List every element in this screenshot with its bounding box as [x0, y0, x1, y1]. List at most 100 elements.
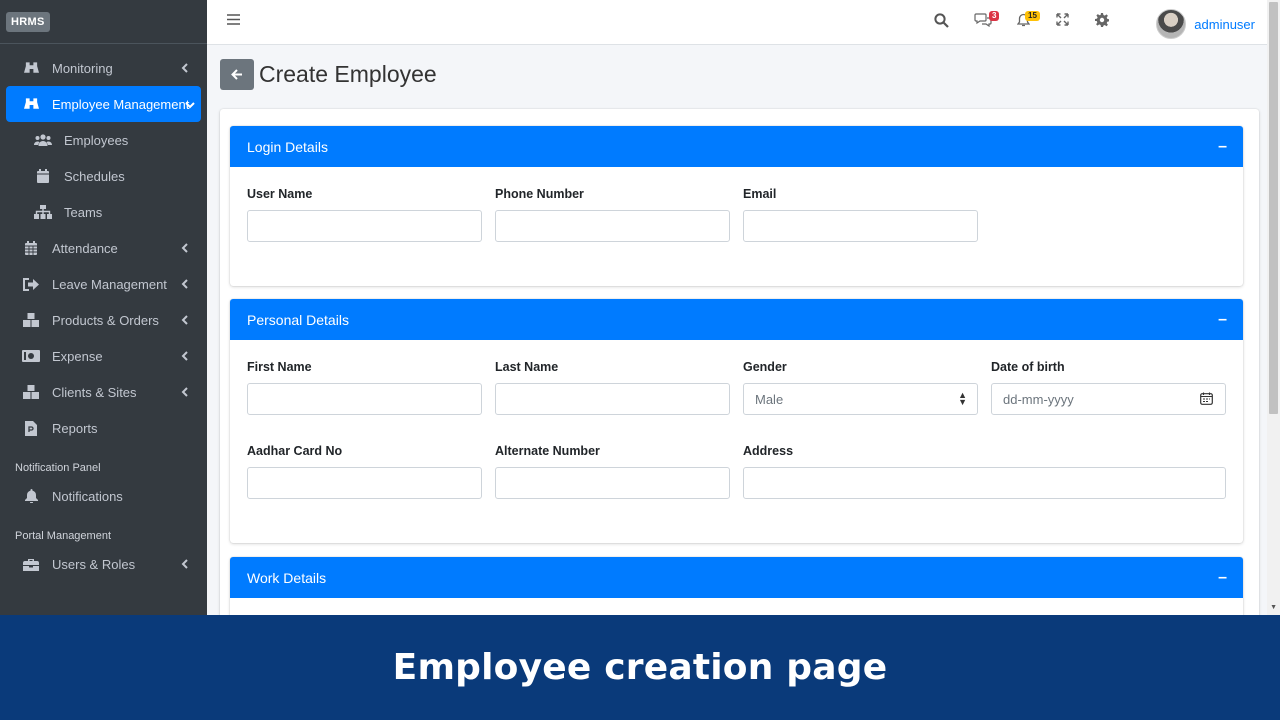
messages-count-badge: 3	[989, 11, 1000, 21]
date-of-birth-label: Date of birth	[991, 360, 1065, 374]
aadhar-input[interactable]	[247, 467, 482, 499]
sidebar-item-expense[interactable]: Expense	[6, 338, 201, 374]
users-icon	[34, 134, 52, 146]
sidebar-item-attendance[interactable]: Attendance	[6, 230, 201, 266]
chevron-left-icon	[181, 313, 189, 328]
sidebar-item-schedules[interactable]: Schedules	[6, 158, 201, 194]
main-content: Create Employee Login Details – User Nam…	[207, 45, 1267, 615]
sidebar-item-label: Employees	[64, 132, 129, 148]
sidebar-item-label: Schedules	[64, 168, 125, 184]
nav-header-portal-management: Portal Management	[15, 530, 111, 542]
first-name-input[interactable]	[247, 383, 482, 415]
gender-select[interactable]: Male ▲ ▼	[743, 383, 978, 415]
file-icon	[22, 420, 40, 436]
sidebar-nav: Monitoring Employee Management Employees…	[0, 44, 207, 582]
binoculars-icon	[22, 97, 40, 111]
calendar-grid-icon	[22, 241, 40, 255]
nav-header-notification-panel: Notification Panel	[15, 462, 101, 474]
boxes-icon	[22, 313, 40, 327]
section-title: Login Details	[247, 138, 328, 155]
sidebar-item-label: Clients & Sites	[52, 384, 137, 400]
binoculars-icon	[22, 61, 40, 75]
bell-icon	[22, 489, 40, 503]
page-title: Create Employee	[259, 61, 437, 87]
collapse-icon[interactable]: –	[1218, 569, 1227, 587]
chevron-left-icon	[181, 277, 189, 292]
chevron-left-icon	[181, 61, 189, 76]
phone-number-label: Phone Number	[495, 187, 584, 201]
sidebar-item-label: Leave Management	[52, 276, 167, 292]
phone-number-input[interactable]	[495, 210, 730, 242]
last-name-label: Last Name	[495, 360, 559, 374]
collapse-icon[interactable]: –	[1218, 138, 1227, 156]
sidebar-item-notifications[interactable]: Notifications	[6, 478, 201, 514]
user-name-label: User Name	[247, 187, 313, 201]
chevron-left-icon	[181, 349, 189, 364]
email-label: Email	[743, 187, 777, 201]
work-details-section: Work Details –	[230, 557, 1243, 615]
sidebar: HRMS Monitoring Employee Management Empl…	[0, 0, 207, 615]
sidebar-item-products-orders[interactable]: Products & Orders	[6, 302, 201, 338]
address-input[interactable]	[743, 467, 1226, 499]
sitemap-icon	[34, 205, 52, 219]
brand-logo[interactable]: HRMS	[6, 11, 50, 32]
page-scrollbar[interactable]: ▼	[1267, 0, 1280, 615]
user-name-input[interactable]	[247, 210, 482, 242]
address-label: Address	[743, 444, 794, 458]
hamburger-menu-icon[interactable]	[227, 12, 240, 30]
section-title: Work Details	[247, 569, 327, 586]
gear-icon[interactable]	[1095, 13, 1110, 32]
sidebar-item-label: Notifications	[52, 488, 123, 504]
gender-select-value: Male	[755, 391, 784, 407]
caption-text: Employee creation page	[392, 647, 888, 688]
section-header: Login Details –	[230, 126, 1243, 167]
form-card: Login Details – User Name Phone Number E…	[220, 109, 1259, 615]
sign-out-icon	[22, 277, 40, 291]
sidebar-item-label: Reports	[52, 420, 98, 436]
chevron-left-icon	[181, 557, 189, 572]
sidebar-item-label: Monitoring	[52, 60, 113, 76]
sidebar-item-employee-management[interactable]: Employee Management	[6, 86, 201, 122]
arrow-left-icon	[231, 69, 242, 80]
sidebar-item-leave-management[interactable]: Leave Management	[6, 266, 201, 302]
email-input[interactable]	[743, 210, 978, 242]
sidebar-item-employees[interactable]: Employees	[6, 122, 201, 158]
sidebar-item-label: Products & Orders	[52, 312, 159, 328]
sidebar-item-monitoring[interactable]: Monitoring	[6, 50, 201, 86]
login-details-section: Login Details – User Name Phone Number E…	[230, 126, 1243, 286]
scrollbar-thumb[interactable]	[1269, 2, 1278, 414]
chevron-left-icon	[181, 385, 189, 400]
fullscreen-icon[interactable]	[1056, 13, 1069, 31]
back-button[interactable]	[220, 59, 254, 90]
sidebar-item-clients-sites[interactable]: Clients & Sites	[6, 374, 201, 410]
select-arrows-icon: ▲ ▼	[958, 390, 967, 407]
collapse-icon[interactable]: –	[1218, 311, 1227, 329]
last-name-input[interactable]	[495, 383, 730, 415]
chevron-down-icon	[185, 97, 195, 112]
sidebar-item-teams[interactable]: Teams	[6, 194, 201, 230]
section-title: Personal Details	[247, 311, 349, 328]
scroll-down-arrow-icon[interactable]: ▼	[1270, 604, 1277, 611]
boxes-icon	[22, 385, 40, 399]
alternate-number-input[interactable]	[495, 467, 730, 499]
sidebar-item-label: Teams	[64, 204, 103, 220]
search-icon[interactable]	[934, 13, 949, 33]
date-of-birth-input[interactable]: dd-mm-yyyy	[991, 383, 1226, 415]
personal-details-section: Personal Details – First Name Last Name …	[230, 299, 1243, 543]
user-menu[interactable]: adminuser	[1156, 9, 1255, 39]
page-header: Create Employee	[220, 59, 437, 90]
sidebar-item-label: Expense	[52, 348, 103, 364]
sidebar-item-users-roles[interactable]: Users & Roles	[6, 546, 201, 582]
calendar-icon[interactable]	[1200, 392, 1213, 408]
section-header: Work Details –	[230, 557, 1243, 598]
avatar	[1156, 9, 1187, 39]
caption-banner: Employee creation page	[0, 615, 1280, 720]
user-name: adminuser	[1194, 16, 1255, 32]
gender-label: Gender	[743, 360, 787, 374]
sidebar-item-label: Attendance	[52, 240, 118, 256]
aadhar-label: Aadhar Card No	[247, 444, 343, 458]
chevron-left-icon	[181, 241, 189, 256]
date-of-birth-placeholder: dd-mm-yyyy	[1003, 391, 1074, 407]
sidebar-item-label: Employee Management	[52, 96, 190, 112]
sidebar-item-reports[interactable]: Reports	[6, 410, 201, 446]
